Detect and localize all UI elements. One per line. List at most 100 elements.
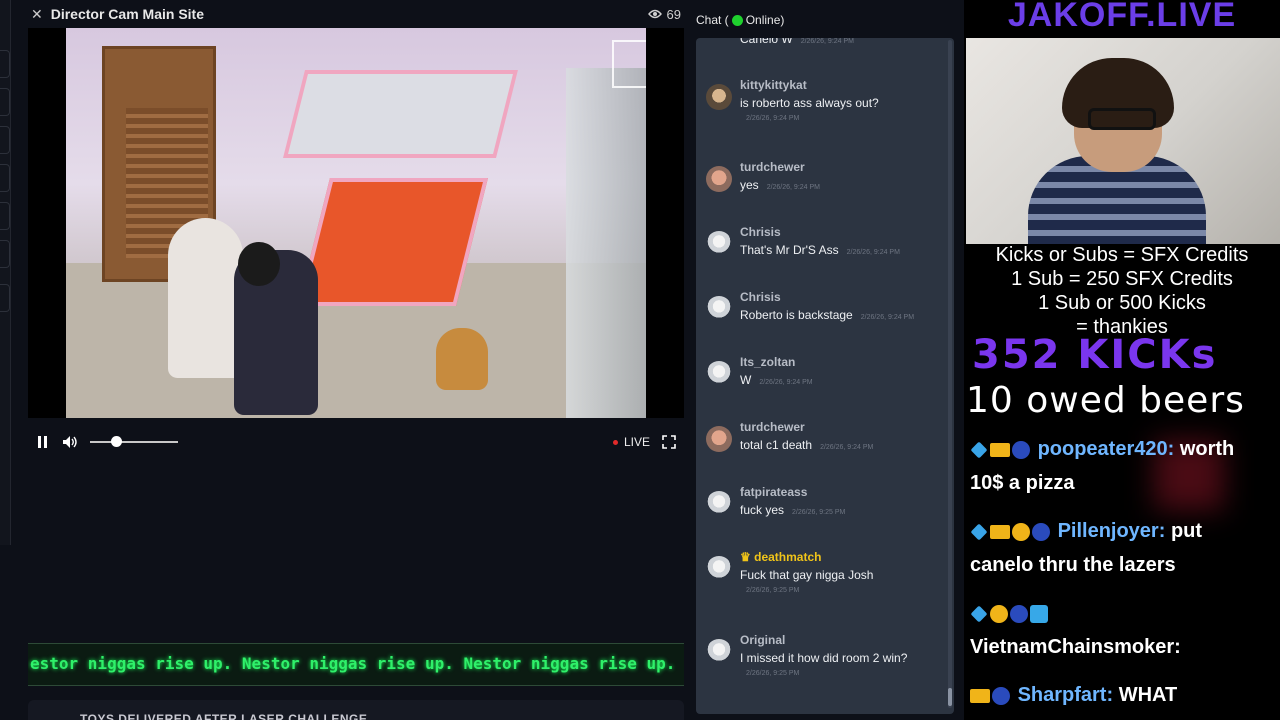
chat-timestamp: 2/26/26, 9:24 PM	[820, 444, 874, 451]
chat-message-text: is roberto ass always out?	[740, 96, 879, 110]
chat-scrollbar-thumb[interactable]	[948, 688, 952, 706]
volume-slider-knob[interactable]	[111, 436, 123, 447]
chat-message: Chrisis That's Mr Dr'S Ass 2/26/26, 9:24 …	[696, 225, 946, 285]
chat-timestamp: 2/26/26, 9:24 PM	[860, 314, 915, 321]
camera-feed	[66, 28, 646, 418]
close-icon[interactable]: ✕	[31, 6, 43, 23]
chat-header: Chat ( Online)	[696, 13, 784, 27]
overlay-chat-text: WHAT	[1118, 684, 1178, 706]
chat-username[interactable]: kittykittykat	[740, 78, 807, 92]
overlay-chat-message: Sharpfart: WHAT	[970, 678, 1278, 712]
rail-tab[interactable]	[0, 202, 10, 230]
stream-overlay: JAKOFF.LIVE Kicks or Subs = SFX Credits …	[964, 0, 1280, 720]
chat-message: turdchewer yes 2/26/26, 9:24 PM	[696, 160, 946, 220]
avatar[interactable]	[706, 426, 732, 452]
chat-timestamp: 2/26/26, 9:25 PM	[792, 509, 846, 516]
fullscreen-icon[interactable]	[662, 435, 676, 449]
overlay-chat-text: canelo thru the lazers	[970, 554, 1176, 576]
chat-scrollbar[interactable]	[948, 40, 952, 708]
banner-text: TOYS DELIVERED AFTER LASER CHALLENGE	[80, 712, 368, 720]
rail-tab[interactable]	[0, 126, 10, 154]
chat-timestamp: 2/26/26, 9:24 PM	[759, 379, 813, 386]
chat-message: Its_zoltan W 2/26/26, 9:24 PM	[696, 355, 946, 415]
chat-message: turdchewer total c1 death 2/26/26, 9:24 P…	[696, 420, 946, 480]
crown-icon: ♛	[740, 550, 751, 564]
viewer-count: 69	[647, 6, 681, 22]
chat-message: fatpirateass fuck yes 2/26/26, 9:25 PM	[696, 485, 946, 545]
chat-message-text: yes 2/26/26, 9:24 PM	[740, 178, 821, 192]
avatar[interactable]	[706, 166, 732, 192]
eye-icon	[647, 9, 662, 19]
live-indicator: LIVE	[612, 435, 650, 449]
player-title: Director Cam Main Site	[50, 6, 204, 22]
viewer-count-value: 69	[666, 6, 681, 22]
overlay-chat-username: Pillenjoyer:	[1057, 520, 1166, 542]
overlay-info-line: 1 Sub or 500 Kicks	[1038, 292, 1206, 314]
volume-icon[interactable]	[62, 435, 78, 449]
chat-message-text: total c1 death 2/26/26, 9:24 PM	[740, 438, 874, 452]
chat-username[interactable]: fatpirateass	[740, 485, 807, 499]
avatar[interactable]	[706, 491, 732, 517]
overlay-info-line: Kicks or Subs = SFX Credits	[995, 244, 1249, 266]
rail-tab[interactable]	[0, 284, 10, 312]
avatar[interactable]	[706, 84, 732, 110]
chat-message: ♛ deathmatch Fuck that gay nigga Josh 2/…	[696, 550, 946, 610]
chat-message-text: fuck yes 2/26/26, 9:25 PM	[740, 503, 846, 517]
avatar[interactable]	[706, 231, 732, 257]
ticker-text: estor niggas rise up. Nestor niggas rise…	[30, 654, 676, 673]
overlay-chat-text: 10$ a pizza	[970, 472, 1075, 494]
chat-panel: Canelo W 2/26/26, 9:24 PM kittykittykat i…	[696, 38, 954, 714]
chat-header-status: Online)	[745, 13, 785, 27]
left-rail	[0, 0, 11, 545]
chat-timestamp: 2/26/26, 9:24 PM	[766, 184, 821, 191]
player-header: ✕ Director Cam Main Site 69	[28, 0, 684, 28]
chat-message-text: W 2/26/26, 9:24 PM	[740, 373, 813, 387]
chat-message: Original I missed it how did room 2 win?…	[696, 633, 946, 693]
rail-tab[interactable]	[0, 88, 10, 116]
overlay-chat-username: VietnamChainsmoker:	[970, 636, 1181, 658]
chat-message-text: Canelo W 2/26/26, 9:24 PM	[740, 38, 855, 46]
rail-tab[interactable]	[0, 50, 10, 78]
chat-timestamp: 2/26/26, 9:25 PM	[746, 587, 800, 594]
ticker-bar: estor niggas rise up. Nestor niggas rise…	[28, 643, 684, 686]
beers-counter: 10 owed beers	[966, 380, 1245, 421]
overlay-brand: JAKOFF.LIVE	[1007, 0, 1237, 34]
overlay-chat-username: Sharpfart:	[1017, 684, 1114, 706]
camera-logo	[612, 40, 646, 88]
overlay-chat-username: poopeater420:	[1037, 438, 1175, 460]
chat-username[interactable]: Chrisis	[740, 290, 781, 304]
avatar[interactable]	[706, 296, 732, 322]
chat-message: Chrisis Roberto is backstage 2/26/26, 9:2…	[696, 290, 946, 350]
rail-tab[interactable]	[0, 240, 10, 268]
overlay-info-line: 1 Sub = 250 SFX Credits	[1011, 268, 1233, 290]
chat-message-text: I missed it how did room 2 win?	[740, 651, 908, 665]
chat-username[interactable]: Its_zoltan	[740, 355, 795, 369]
overlay-chat-message: Pillenjoyer: put canelo thru the lazers	[970, 514, 1278, 582]
online-status-dot	[731, 14, 743, 26]
chat-message-text: That's Mr Dr'S Ass 2/26/26, 9:24 PM	[740, 243, 900, 257]
overlay-chat-text: worth	[1179, 438, 1235, 460]
avatar[interactable]	[706, 639, 732, 665]
player-controls: LIVE	[28, 424, 684, 460]
video-player[interactable]	[28, 28, 684, 418]
avatar[interactable]	[706, 556, 732, 582]
chat-header-prefix: Chat (	[696, 13, 729, 27]
live-dot	[612, 439, 618, 445]
kicks-counter: 352 KICKs	[972, 332, 1218, 378]
chat-username[interactable]: turdchewer	[740, 160, 805, 174]
overlay-chat-text: put	[1170, 520, 1203, 542]
chat-username[interactable]: ♛ deathmatch	[740, 550, 821, 564]
bottom-banner[interactable]: TOYS DELIVERED AFTER LASER CHALLENGE	[28, 700, 684, 720]
chat-username[interactable]: turdchewer	[740, 420, 805, 434]
rail-tab[interactable]	[0, 164, 10, 192]
overlay-chat-message: VietnamChainsmoker:	[970, 596, 1278, 664]
chat-timestamp: 2/26/26, 9:24 PM	[746, 115, 800, 122]
live-label: LIVE	[623, 435, 650, 449]
pause-icon[interactable]	[36, 435, 50, 449]
avatar[interactable]	[706, 361, 732, 387]
chat-username[interactable]: Chrisis	[740, 225, 781, 239]
chat-username[interactable]: Original	[740, 633, 785, 647]
chat-message-text: Fuck that gay nigga Josh	[740, 568, 874, 582]
overlay-chat-message: poopeater420: worth 10$ a pizza	[970, 432, 1278, 500]
volume-slider[interactable]	[90, 436, 178, 447]
